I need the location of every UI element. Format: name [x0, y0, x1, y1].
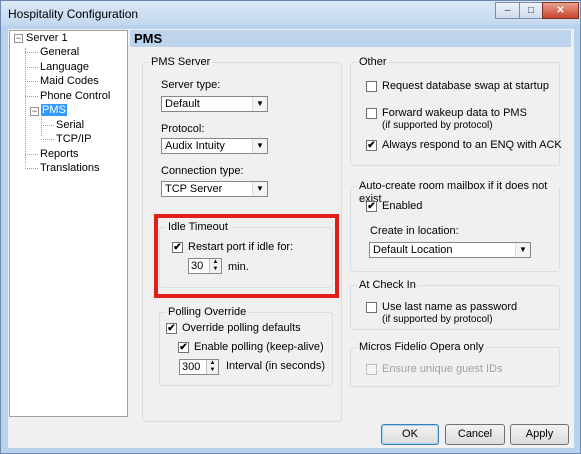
group-title: At Check In	[357, 279, 418, 292]
enable-polling-checkbox[interactable]: ✔	[178, 342, 189, 353]
unique-guest-ids-checkbox[interactable]	[366, 364, 377, 375]
connection-type-dropdown[interactable]: TCP Server ▼	[161, 181, 268, 197]
tree-connector	[25, 67, 38, 68]
unique-guest-ids-label: Ensure unique guest IDs	[382, 363, 503, 375]
server-type-dropdown[interactable]: Default ▼	[161, 96, 268, 112]
tree-connector	[25, 154, 38, 155]
request-swap-label: Request database swap at startup	[382, 80, 549, 92]
enable-polling-label: Enable polling (keep-alive)	[194, 341, 324, 353]
chevron-down-icon: ▼	[252, 139, 267, 153]
tree-item-translations[interactable]: Translations	[40, 162, 100, 175]
minimize-button[interactable]: –	[495, 2, 520, 19]
connection-type-label: Connection type:	[161, 165, 244, 177]
auto-create-enabled-label: Enabled	[382, 200, 423, 212]
auto-create-enabled-checkbox[interactable]: ✔	[366, 201, 377, 212]
group-title: PMS Server	[149, 56, 213, 69]
tree-item-phone-control[interactable]: Phone Control	[40, 90, 110, 103]
forward-wakeup-checkbox[interactable]	[366, 108, 377, 119]
chevron-down-icon: ▼	[252, 97, 267, 111]
chevron-down-icon: ▼	[252, 182, 267, 196]
tree-item-tcpip[interactable]: TCP/IP	[56, 133, 91, 146]
title-bar[interactable]: Hospitality Configuration – □ ✕	[1, 1, 580, 25]
collapse-icon[interactable]: −	[30, 107, 39, 116]
collapse-icon[interactable]: −	[14, 34, 23, 43]
interval-label: Interval (in seconds)	[226, 360, 326, 372]
override-polling-label: Override polling defaults	[182, 322, 301, 334]
tree-item-reports[interactable]: Reports	[40, 148, 79, 161]
window-title: Hospitality Configuration	[8, 7, 139, 21]
spin-buttons[interactable]: ▲ ▼	[206, 360, 218, 374]
tree-item-general[interactable]: General	[40, 46, 79, 59]
cancel-button[interactable]: Cancel	[445, 424, 505, 445]
protocol-label: Protocol:	[161, 123, 205, 135]
close-button[interactable]: ✕	[542, 2, 579, 19]
location-label: Create in location:	[370, 225, 459, 237]
request-swap-checkbox[interactable]	[366, 81, 377, 92]
enq-ack-checkbox[interactable]: ✔	[366, 140, 377, 151]
polling-interval-stepper[interactable]: 300 ▲ ▼	[179, 359, 219, 375]
page-title: PMS	[134, 31, 163, 46]
spin-down-icon[interactable]: ▼	[207, 367, 218, 374]
maximize-button[interactable]: □	[519, 2, 543, 19]
tree-item-serial[interactable]: Serial	[56, 119, 84, 132]
tree-item-language[interactable]: Language	[40, 61, 89, 74]
override-polling-checkbox[interactable]: ✔	[166, 323, 177, 334]
tree-connector	[25, 96, 38, 97]
tree-item-pms[interactable]: PMS	[41, 104, 67, 117]
location-dropdown[interactable]: Default Location ▼	[369, 242, 531, 258]
last-name-password-note: (if supported by protocol)	[382, 314, 493, 325]
tree-connector	[25, 48, 26, 166]
tree-item-server-1[interactable]: Server 1	[26, 32, 68, 45]
chevron-down-icon: ▼	[515, 243, 530, 257]
server-type-label: Server type:	[161, 79, 221, 91]
group-title: Polling Override	[166, 306, 249, 319]
tree-connector	[25, 52, 38, 53]
group-title: Micros Fidelio Opera only	[357, 341, 486, 354]
enq-ack-label: Always respond to an ENQ with ACK	[382, 139, 562, 151]
group-title: Other	[357, 56, 389, 69]
tree-item-maid-codes[interactable]: Maid Codes	[40, 75, 99, 88]
protocol-dropdown[interactable]: Audix Intuity ▼	[161, 138, 268, 154]
main-window: Hospitality Configuration – □ ✕ − Server…	[0, 0, 581, 454]
tree-connector	[41, 139, 54, 140]
ok-button[interactable]: OK	[381, 424, 439, 445]
navigation-tree[interactable]: − Server 1 General Language Maid Codes P…	[9, 30, 128, 417]
tree-connector	[25, 168, 38, 169]
spin-up-icon[interactable]: ▲	[207, 360, 218, 367]
dialog-client: − Server 1 General Language Maid Codes P…	[8, 29, 574, 448]
apply-button[interactable]: Apply	[510, 424, 569, 445]
forward-wakeup-note: (if supported by protocol)	[382, 120, 493, 131]
tree-connector	[25, 81, 38, 82]
last-name-password-checkbox[interactable]	[366, 302, 377, 313]
tree-connector	[41, 125, 54, 126]
page-header: PMS	[130, 30, 571, 47]
highlight-box	[154, 214, 339, 298]
